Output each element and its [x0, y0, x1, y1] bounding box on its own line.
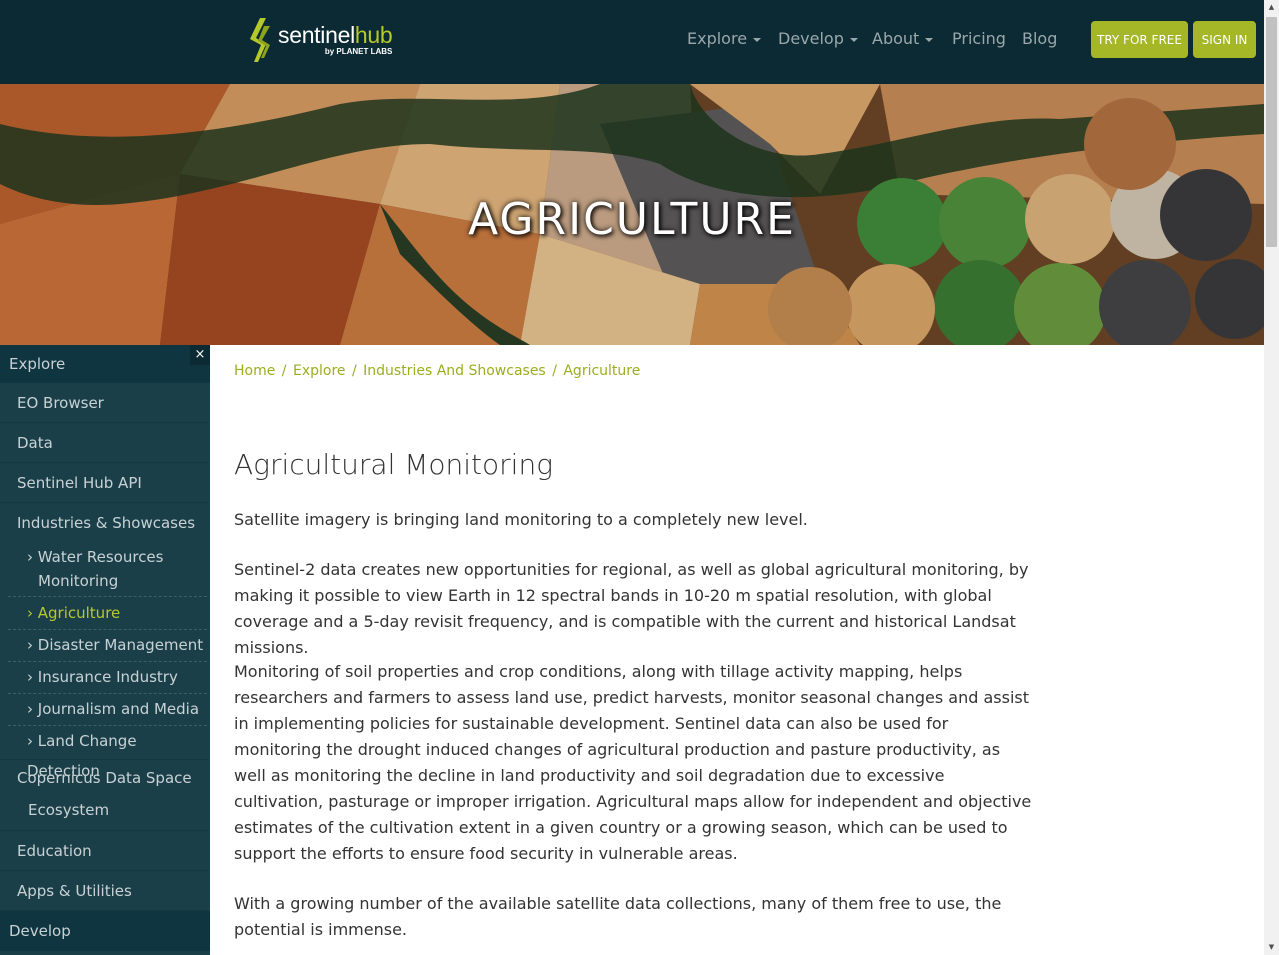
sentinelhub-logo[interactable]: sentinelhub by PLANET LABS [250, 18, 393, 62]
page-scrollbar[interactable]: ▲ ▼ [1264, 0, 1279, 955]
sidebar-item-sentinel-hub-api[interactable]: Sentinel Hub API [0, 463, 208, 503]
breadcrumb-industries[interactable]: Industries And Showcases [363, 363, 546, 379]
breadcrumb: Home / Explore / Industries And Showcase… [234, 363, 640, 379]
nav-blog[interactable]: Blog [1022, 29, 1057, 48]
paragraph-sentinel2: Sentinel-2 data creates new opportunitie… [234, 560, 1029, 657]
sidebar-subitem-agriculture[interactable]: › Agriculture [8, 598, 207, 630]
page-title: Agricultural Monitoring [234, 448, 554, 481]
try-for-free-button[interactable]: TRY FOR FREE [1091, 21, 1188, 58]
breadcrumb-separator: / [552, 363, 557, 379]
scroll-thumb[interactable] [1266, 17, 1277, 247]
sidebar-develop[interactable]: Develop [0, 911, 210, 951]
sidebar-item-apps-utilities[interactable]: Apps & Utilities [0, 871, 208, 911]
sentinelhub-logo-icon [250, 18, 270, 62]
sidebar-item-industries-showcases[interactable]: Industries & Showcases [0, 503, 208, 543]
hero-title: AGRICULTURE [468, 194, 796, 245]
close-icon[interactable]: × [190, 345, 210, 365]
breadcrumb-agriculture[interactable]: Agriculture [563, 363, 640, 379]
sidebar-item-education[interactable]: Education [0, 831, 208, 871]
logo-wordmark: sentinelhub [278, 22, 393, 48]
sidebar-subitem-disaster-management[interactable]: › Disaster Management [8, 630, 207, 662]
breadcrumb-home[interactable]: Home [234, 363, 275, 379]
logo-byline: by PLANET LABS [324, 47, 393, 56]
breadcrumb-separator: / [351, 363, 357, 379]
scroll-up-icon[interactable]: ▲ [1264, 0, 1279, 15]
caret-down-icon [925, 37, 934, 42]
caret-down-icon [849, 37, 858, 42]
paragraph-potential: With a growing number of the available s… [234, 894, 1002, 939]
sidebar-item-eo-browser[interactable]: EO Browser [0, 383, 208, 423]
top-navbar: sentinelhub by PLANET LABS Explore Devel… [0, 0, 1264, 84]
sidebar-subitem-water-resources[interactable]: › Water Resources Monitoring [8, 545, 207, 597]
breadcrumb-separator: / [281, 363, 287, 379]
sidebar-explore[interactable]: Explore [0, 345, 210, 383]
sidebar-item-data[interactable]: Data [0, 423, 208, 463]
sidebar-subitem-journalism-media[interactable]: › Journalism and Media [8, 694, 207, 726]
breadcrumb-explore[interactable]: Explore [293, 363, 346, 379]
sign-in-button[interactable]: SIGN IN [1193, 21, 1256, 58]
scroll-down-icon[interactable]: ▼ [1264, 940, 1279, 955]
sidebar-item-copernicus[interactable]: Copernicus Data Space Ecosystem [0, 759, 208, 831]
sidebar-subitem-land-change-detection[interactable]: › Land Change Detection [8, 726, 207, 780]
sidebar-nav: Explore × EO Browser Data Sentinel Hub A… [0, 345, 210, 955]
nav-develop[interactable]: Develop [778, 29, 858, 48]
nav-about[interactable]: About [872, 29, 934, 48]
caret-down-icon [753, 37, 762, 42]
hero-banner: AGRICULTURE [0, 84, 1264, 345]
nav-explore[interactable]: Explore [687, 29, 762, 48]
sidebar-subitem-insurance-industry[interactable]: › Insurance Industry [8, 662, 207, 694]
paragraph-monitoring: Monitoring of soil properties and crop c… [234, 662, 1032, 863]
nav-pricing[interactable]: Pricing [952, 29, 1006, 48]
paragraph-intro: Satellite imagery is bringing land monit… [234, 510, 808, 529]
